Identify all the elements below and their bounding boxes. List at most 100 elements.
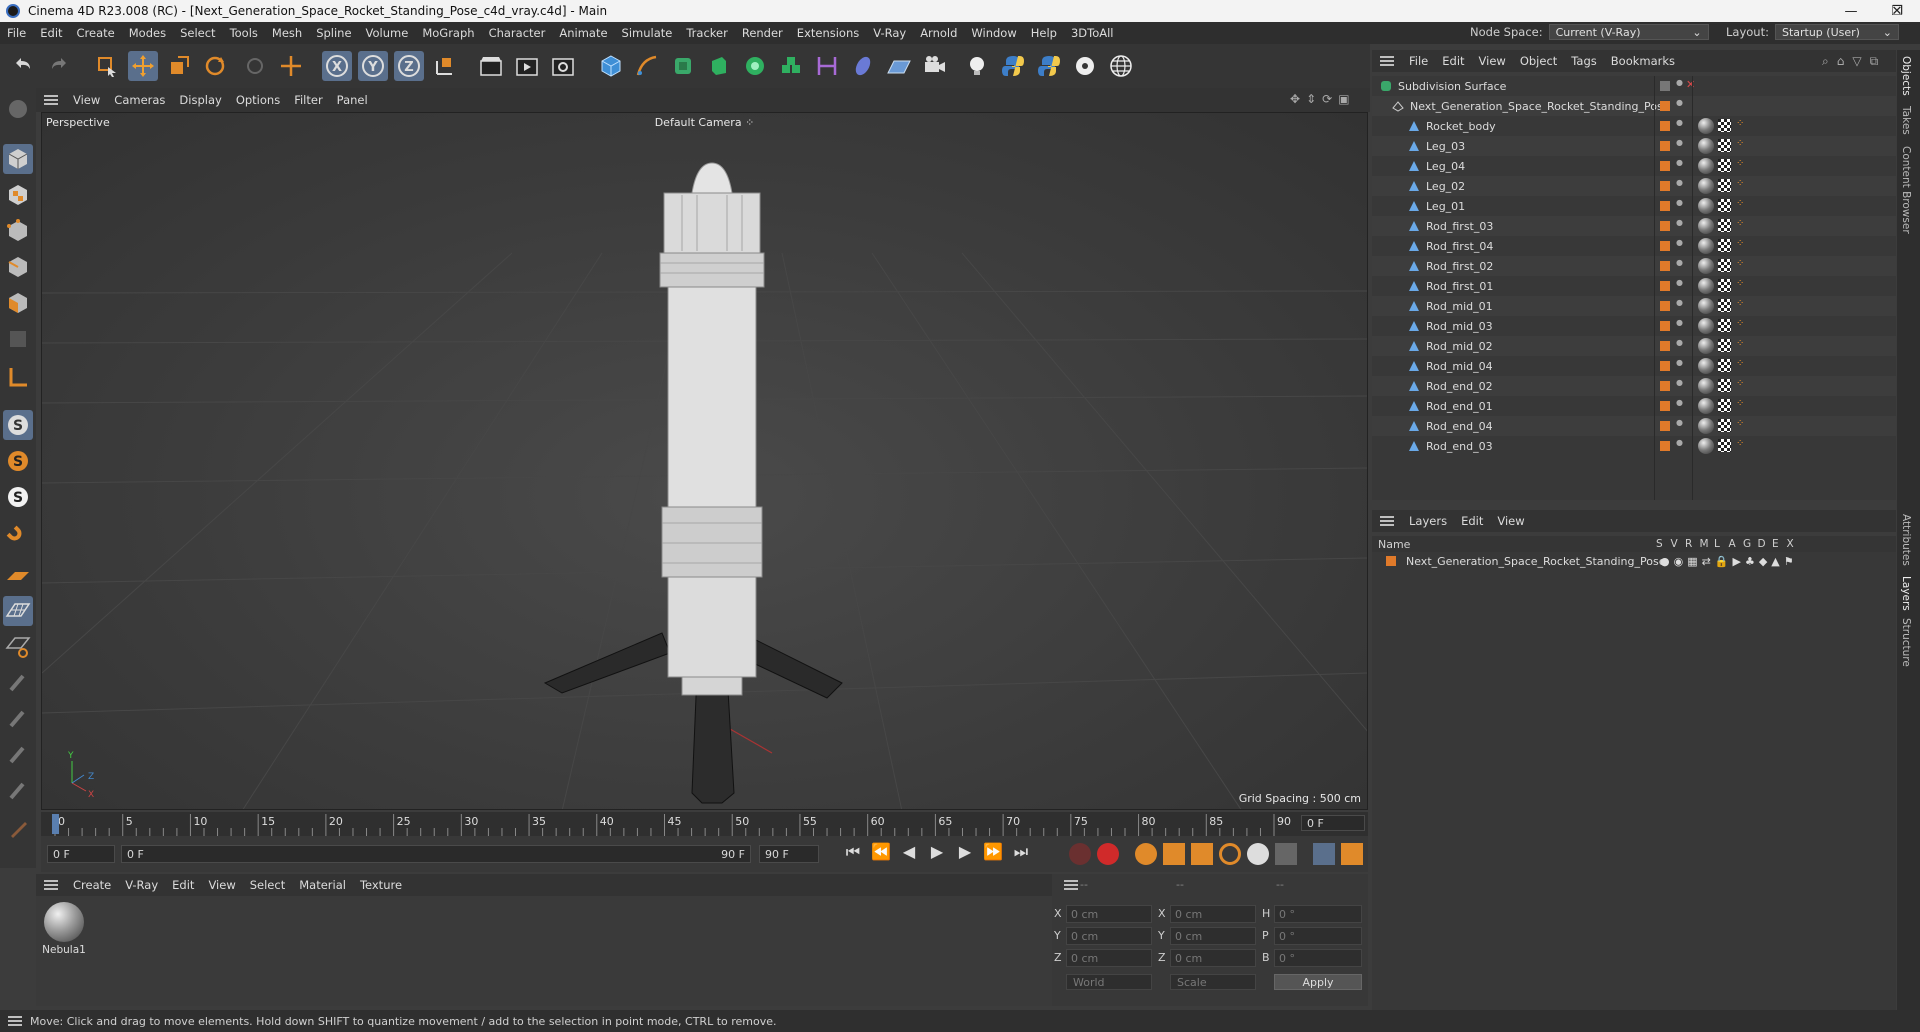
size-x-field[interactable]: 0 cm — [1170, 905, 1256, 923]
menu-select[interactable]: Select — [173, 26, 222, 40]
minimize-button[interactable]: — — [1828, 0, 1874, 22]
layer-flag-header[interactable]: D — [1758, 538, 1766, 550]
current-frame-field[interactable]: 0 F — [1301, 815, 1365, 831]
material-menu-select[interactable]: Select — [243, 878, 292, 892]
layer-color-swatch[interactable] — [1386, 556, 1396, 566]
tree-row-object[interactable]: Rod_end_04 ● ⁘ — [1372, 416, 1896, 436]
scale-tool-button[interactable] — [164, 51, 194, 81]
viewport-menu-display[interactable]: Display — [172, 93, 228, 107]
menu-render[interactable]: Render — [735, 26, 790, 40]
record-icon[interactable] — [1069, 843, 1091, 865]
vertex-tag-icon[interactable]: ⁘ — [1736, 218, 1744, 229]
transform-tool-button[interactable] — [276, 51, 306, 81]
tab-layers[interactable]: Layers — [1900, 576, 1912, 611]
uvw-tag-icon[interactable] — [1718, 439, 1731, 452]
material-tag-icon[interactable] — [1698, 218, 1714, 234]
layer-color-tag[interactable] — [1660, 241, 1670, 251]
viewport-menu-panel[interactable]: Panel — [330, 93, 375, 107]
live-selection-button[interactable] — [92, 51, 122, 81]
uvw-tag-icon[interactable] — [1718, 259, 1731, 272]
tree-row-object[interactable]: Leg_03 ● ⁘ — [1372, 136, 1896, 156]
layer-color-tag[interactable] — [1660, 221, 1670, 231]
material-tag-icon[interactable] — [1698, 438, 1714, 454]
z-axis-lock-button[interactable]: Z — [394, 51, 424, 81]
visibility-dots-icon[interactable]: ● — [1676, 419, 1683, 427]
render-settings-button[interactable] — [548, 51, 578, 81]
uvw-tag-icon[interactable] — [1718, 399, 1731, 412]
previous-frame-icon[interactable]: ◀ — [897, 842, 921, 862]
grid-button[interactable] — [3, 596, 33, 626]
move-tool-button[interactable] — [128, 51, 158, 81]
perspective-viewport[interactable]: Perspective Default Camera ⁘ Y Z X Grid … — [41, 112, 1368, 810]
menu-tools[interactable]: Tools — [223, 26, 265, 40]
material-tag-icon[interactable] — [1698, 178, 1714, 194]
tab-structure[interactable]: Structure — [1900, 618, 1912, 667]
layer-color-tag[interactable] — [1660, 381, 1670, 391]
material-tag-icon[interactable] — [1698, 298, 1714, 314]
filter-icon[interactable]: ▽ — [1852, 54, 1861, 69]
material-menu-edit[interactable]: Edit — [165, 878, 201, 892]
layer-flag-icons[interactable]: ●◉▦⇄🔒▶♣◆▲⚑ — [1660, 555, 1798, 568]
uvw-tag-icon[interactable] — [1718, 339, 1731, 352]
hamburger-icon[interactable] — [1380, 56, 1394, 66]
vertex-tag-icon[interactable]: ⁘ — [1736, 178, 1744, 189]
visibility-dots-icon[interactable]: ● — [1676, 79, 1683, 87]
tree-row-object[interactable]: Rod_end_01 ● ⁘ — [1372, 396, 1896, 416]
make-editable-button[interactable] — [3, 94, 33, 124]
visibility-dots-icon[interactable]: ● — [1676, 119, 1683, 127]
key-position-icon[interactable] — [1163, 843, 1185, 865]
light-button[interactable] — [962, 51, 992, 81]
rotate-view-icon[interactable]: ⟳ — [1322, 92, 1332, 106]
snap-settings-button[interactable]: S — [3, 446, 33, 476]
material-tag-icon[interactable] — [1698, 198, 1714, 214]
menu-animate[interactable]: Animate — [552, 26, 614, 40]
end-frame-field[interactable]: 90 F — [759, 845, 819, 863]
tree-row-object[interactable]: Rod_end_02 ● ⁘ — [1372, 376, 1896, 396]
layer-color-tag[interactable] — [1660, 301, 1670, 311]
sculpt-smooth-button[interactable] — [3, 668, 33, 698]
pos-z-field[interactable]: 0 cm — [1066, 949, 1152, 967]
menu-volume[interactable]: Volume — [359, 26, 416, 40]
sculpt-knife-button[interactable] — [3, 814, 33, 844]
visibility-dots-icon[interactable]: ● — [1676, 399, 1683, 407]
size-z-field[interactable]: 0 cm — [1170, 949, 1256, 967]
layer-color-tag[interactable] — [1660, 401, 1670, 411]
rot-p-field[interactable]: 0 ° — [1274, 927, 1362, 945]
tree-row-object[interactable]: Rod_first_04 ● ⁘ — [1372, 236, 1896, 256]
layer-color-tag[interactable] — [1660, 101, 1670, 111]
undo-button[interactable] — [8, 51, 38, 81]
visibility-dots-icon[interactable]: ● — [1676, 219, 1683, 227]
material-swatch[interactable]: Nebula1 — [42, 902, 86, 956]
points-mode-button[interactable] — [3, 216, 33, 246]
gear-settings-button[interactable] — [1070, 51, 1100, 81]
snap-button[interactable]: S — [3, 410, 33, 440]
visibility-dots-icon[interactable]: ● — [1676, 379, 1683, 387]
tree-row-object[interactable]: Rod_first_02 ● ⁘ — [1372, 256, 1896, 276]
tab-takes[interactable]: Takes — [1900, 106, 1912, 135]
viewport-menu-cameras[interactable]: Cameras — [107, 93, 172, 107]
uvw-tag-icon[interactable] — [1718, 239, 1731, 252]
vertex-tag-icon[interactable]: ⁘ — [1736, 158, 1744, 169]
uvw-tag-icon[interactable] — [1718, 219, 1731, 232]
layer-flag-header[interactable]: M — [1700, 538, 1709, 550]
layer-flag-header[interactable]: S — [1656, 538, 1663, 550]
tweak-mode-button[interactable] — [3, 522, 33, 552]
hamburger-icon[interactable] — [1064, 880, 1078, 890]
hamburger-icon[interactable] — [1380, 516, 1394, 526]
layer-menu-layers[interactable]: Layers — [1402, 514, 1454, 528]
layer-menu-view[interactable]: View — [1490, 514, 1531, 528]
material-tag-icon[interactable] — [1698, 318, 1714, 334]
menu-window[interactable]: Window — [964, 26, 1023, 40]
tab-attributes[interactable]: Attributes — [1900, 514, 1912, 566]
sculpt-pull-button[interactable] — [3, 704, 33, 734]
uv-mode-button[interactable] — [3, 324, 33, 354]
previous-key-icon[interactable]: ⏪ — [869, 842, 893, 862]
axis-mode-button[interactable] — [3, 362, 33, 392]
visibility-dots-icon[interactable]: ● — [1676, 199, 1683, 207]
dolly-view-icon[interactable]: ⇕ — [1306, 92, 1316, 106]
menu-spline[interactable]: Spline — [309, 26, 358, 40]
uvw-tag-icon[interactable] — [1718, 179, 1731, 192]
extrude-button[interactable] — [704, 51, 734, 81]
uvw-tag-icon[interactable] — [1718, 419, 1731, 432]
cube-object-button[interactable] — [596, 51, 626, 81]
